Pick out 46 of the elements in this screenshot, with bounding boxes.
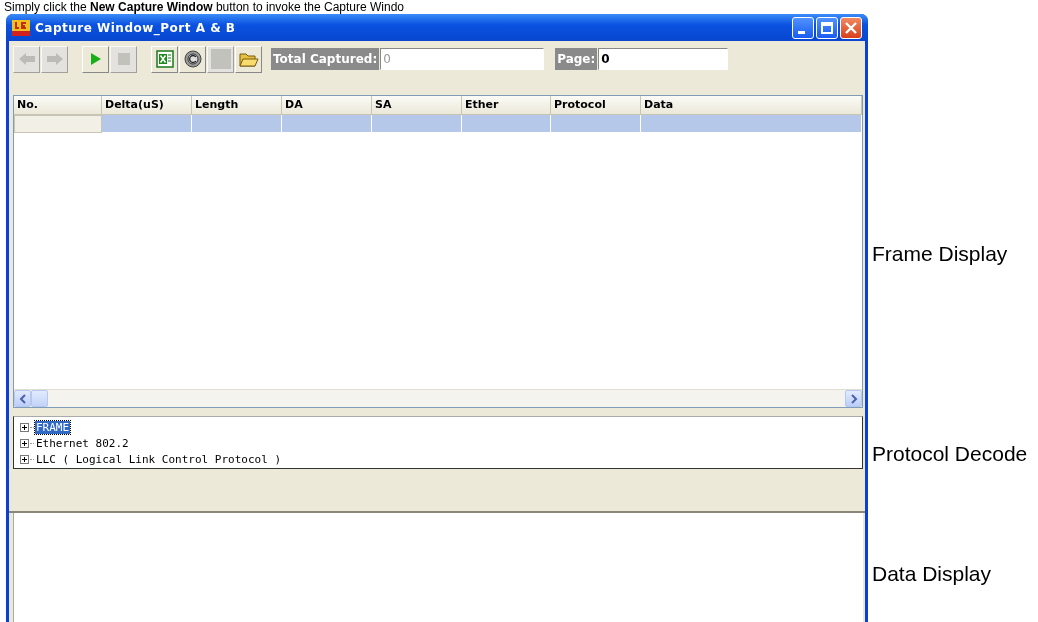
tree-item[interactable]: LLC ( Logical Link Control Protocol ) — [35, 452, 283, 466]
app-icon — [12, 19, 30, 36]
tree-item[interactable]: FRAME — [35, 420, 71, 434]
maximize-icon — [821, 21, 833, 34]
horizontal-scrollbar[interactable] — [14, 389, 862, 407]
column-header[interactable]: Ether — [462, 96, 551, 114]
scroll-left-button[interactable] — [14, 390, 31, 407]
column-header[interactable]: Protocol — [551, 96, 641, 114]
left-chevron-icon — [18, 393, 27, 404]
folder-icon — [238, 50, 259, 68]
minimize-button[interactable] — [792, 16, 814, 39]
column-header[interactable]: Data — [641, 96, 862, 114]
expand-icon[interactable] — [20, 454, 29, 464]
total-captured-label: Total Captured: — [271, 48, 380, 70]
right-chevron-icon — [849, 393, 858, 404]
minimize-icon — [797, 30, 805, 34]
column-header[interactable]: Delta(uS) — [102, 96, 192, 114]
spreadsheet-icon — [155, 50, 174, 68]
scroll-thumb[interactable] — [31, 390, 48, 407]
column-header[interactable]: No. — [14, 96, 102, 114]
blank-icon — [210, 49, 231, 69]
toolbar-button[interactable] — [235, 45, 262, 73]
right-arrow-icon — [45, 51, 64, 67]
annotation-label: Protocol Decode — [872, 442, 1028, 466]
document-text: Simply click the New Capture Window button to invoke the Capture Windo — [3, 0, 406, 14]
close-button[interactable] — [840, 16, 862, 39]
page-label: Page: — [555, 48, 598, 70]
tree-item[interactable]: Ethernet 802.2 — [35, 436, 130, 450]
column-header[interactable]: DA — [282, 96, 372, 114]
window-title: Capture Window_Port A & B — [35, 20, 237, 35]
left-arrow-icon — [17, 51, 36, 67]
annotation-label: Data Display — [872, 562, 992, 586]
disc-icon — [183, 50, 202, 68]
maximize-button[interactable] — [816, 16, 838, 39]
stop-icon — [117, 53, 130, 65]
toolbar-button[interactable] — [179, 45, 206, 73]
annotation-label: Frame Display — [872, 242, 1008, 266]
column-header[interactable]: SA — [372, 96, 462, 114]
scroll-right-button[interactable] — [845, 390, 862, 407]
expand-icon[interactable] — [20, 422, 29, 432]
play-icon — [89, 52, 102, 66]
toolbar-button[interactable] — [151, 45, 178, 73]
column-header[interactable]: Length — [192, 96, 282, 114]
close-icon — [845, 21, 857, 34]
page-field[interactable]: 0 — [598, 48, 729, 70]
expand-icon[interactable] — [20, 438, 29, 448]
